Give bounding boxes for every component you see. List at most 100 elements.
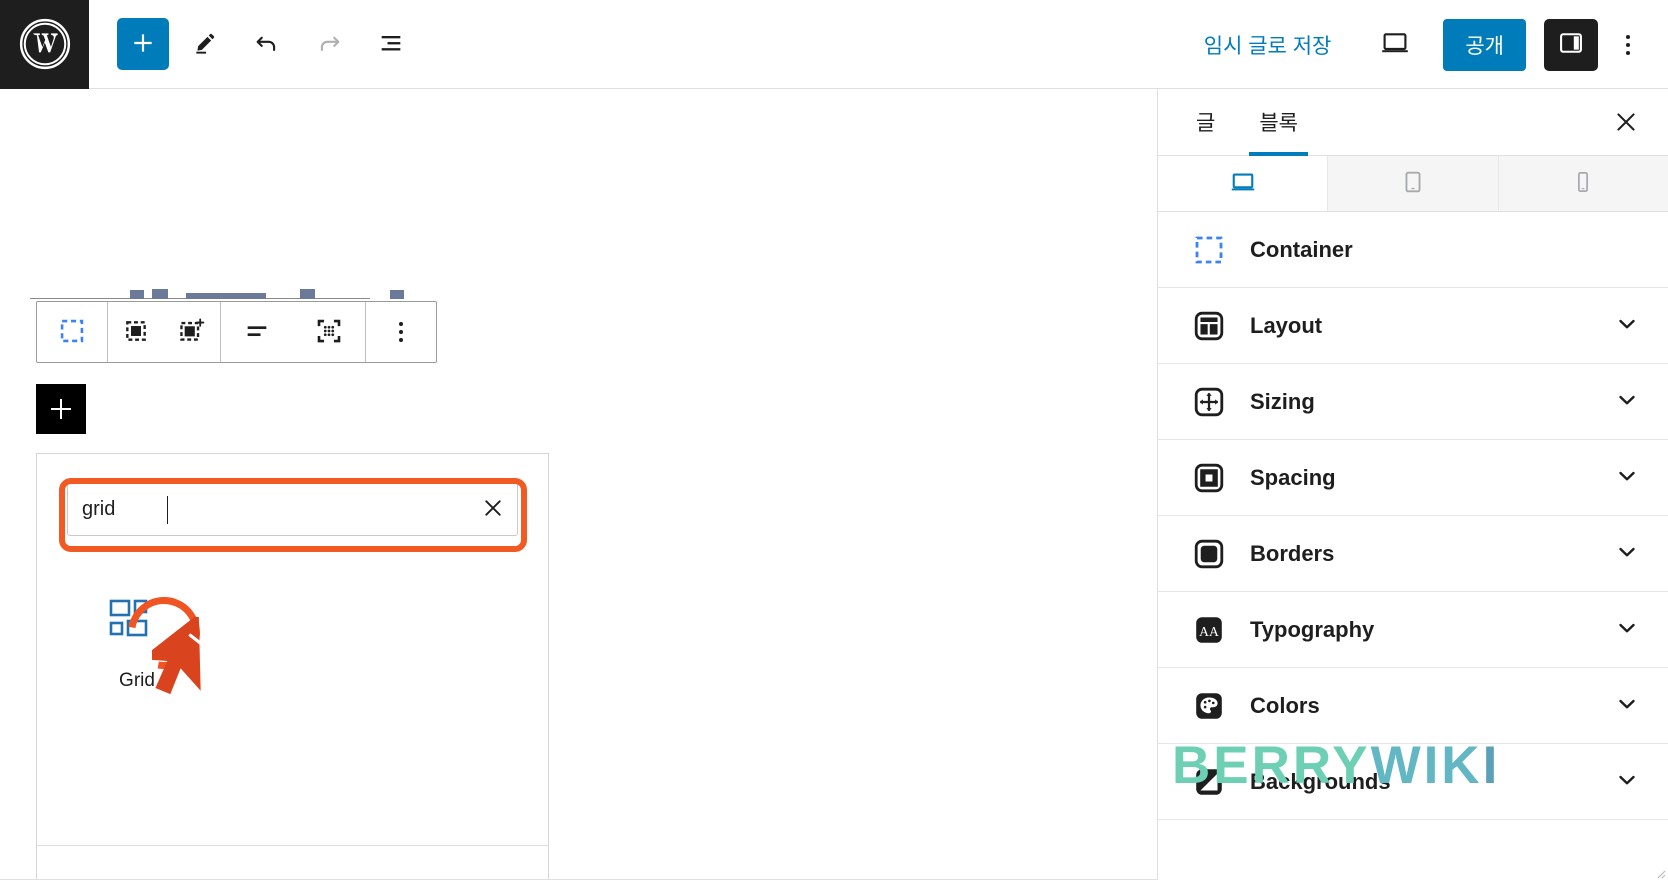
wordpress-logo-button[interactable]: [0, 0, 89, 89]
chevron-down-icon: [1614, 691, 1640, 720]
device-preview-tabs: [1158, 156, 1668, 212]
grid-block-label: Grid: [119, 670, 155, 691]
sidebar-panel-label: Borders: [1250, 540, 1335, 566]
clear-search-button[interactable]: [469, 485, 517, 533]
close-sidebar-button[interactable]: [1606, 103, 1646, 143]
block-inserter-panel: Grid ▪▪ ▪▪: [36, 453, 549, 880]
sidebar-panel-label: Colors: [1250, 692, 1320, 718]
spacing-icon: [1192, 461, 1226, 495]
editor-top-bar: 임시 글로 저장 공개: [0, 0, 1668, 89]
block-title-label: Container: [1250, 236, 1353, 262]
grid-block-result[interactable]: Grid: [67, 594, 207, 692]
sidebar-panel-spacing[interactable]: Spacing: [1158, 440, 1668, 516]
chevron-down-icon: [1614, 767, 1640, 796]
chevron-down-icon: [1614, 463, 1640, 492]
container-dashed-icon: [1192, 233, 1226, 267]
close-x-icon: [481, 496, 505, 523]
typography-aa-icon: AA: [1192, 613, 1226, 647]
sizing-arrows-icon: [1192, 385, 1226, 419]
save-draft-button[interactable]: 임시 글로 저장: [1188, 22, 1348, 68]
tab-post[interactable]: 글: [1174, 89, 1237, 156]
sidebar-panel-label: Typography: [1250, 616, 1375, 642]
three-dots-vertical-icon: [399, 322, 403, 342]
align-button[interactable]: [221, 302, 293, 362]
sidebar-panel-label: Layout: [1250, 312, 1323, 338]
block-options-button[interactable]: [366, 302, 436, 362]
top-bar-left-tools: [89, 18, 417, 70]
borders-icon: [1192, 537, 1226, 571]
sidebar-panel-label: Spacing: [1250, 464, 1336, 490]
top-bar-right-tools: 임시 글로 저장 공개: [1188, 0, 1668, 89]
chevron-down-icon: [1614, 311, 1640, 340]
chevron-down-icon: [1614, 615, 1640, 644]
editor-canvas: Grid ▪▪ ▪▪: [0, 89, 1157, 880]
undo-arrow-icon: [253, 29, 281, 60]
desktop-preview-icon: [1379, 27, 1411, 62]
tablet-icon: [1399, 168, 1427, 199]
wordpress-logo-icon: [18, 17, 72, 71]
sidebar-panel-backgrounds[interactable]: Backgrounds: [1158, 744, 1668, 820]
sidebar-panel-colors[interactable]: Colors: [1158, 668, 1668, 744]
chevron-down-icon: [1614, 539, 1640, 568]
preview-button[interactable]: [1367, 19, 1423, 71]
grid-blocks-icon: [107, 594, 167, 654]
container-dashed-icon: [58, 317, 86, 348]
three-dots-vertical-icon: [1626, 34, 1630, 55]
tab-block[interactable]: 블록: [1237, 89, 1320, 156]
search-input[interactable]: [68, 497, 469, 521]
block-inserter-toggle[interactable]: [36, 384, 86, 434]
add-block-button[interactable]: [117, 18, 169, 70]
mobile-icon: [1570, 169, 1596, 198]
sidebar-tabs: 글 블록: [1158, 89, 1668, 156]
list-view-icon: [377, 29, 405, 60]
canvas-ghost-marks: [30, 285, 404, 299]
device-tab-mobile[interactable]: [1498, 156, 1668, 211]
settings-sidebar: 글 블록 Container Layout Sizing Spacing Bor…: [1157, 89, 1668, 880]
text-caret: [167, 496, 168, 524]
pencil-icon: [192, 30, 218, 59]
inserter-search-wrap: [37, 454, 548, 536]
sidebar-panel-borders[interactable]: Borders: [1158, 516, 1668, 592]
color-palette-icon: [1192, 689, 1226, 723]
block-toolbar-group-type: [37, 302, 107, 362]
redo-button[interactable]: [303, 18, 355, 70]
sidebar-panel-icon: [1557, 29, 1585, 60]
sidebar-panel-sizing[interactable]: Sizing: [1158, 364, 1668, 440]
block-editor-app: 임시 글로 저장 공개 grid Grid 글 블록 Container Lay…: [0, 0, 1668, 880]
block-filled-dashed-icon: [123, 318, 149, 347]
settings-sidebar-toggle[interactable]: [1544, 18, 1598, 71]
dotted-grid-icon: [314, 316, 344, 349]
block-toolbar: [36, 301, 437, 363]
device-tab-tablet[interactable]: [1328, 156, 1499, 211]
block-add-dashed-icon: [178, 317, 206, 348]
sidebar-block-title: Container: [1158, 212, 1668, 288]
desktop-icon: [1228, 167, 1258, 200]
undo-button[interactable]: [241, 18, 293, 70]
layout-icon: [1192, 309, 1226, 343]
inserter-search-field[interactable]: [67, 482, 518, 536]
list-view-button[interactable]: [365, 18, 417, 70]
inserter-results-section: Grid: [37, 568, 548, 846]
sidebar-panel-typography[interactable]: AA Typography: [1158, 592, 1668, 668]
align-lines-icon: [243, 317, 271, 348]
sidebar-panel-layout[interactable]: Layout: [1158, 288, 1668, 364]
drag-handle-button[interactable]: [293, 302, 365, 362]
block-toolbar-group-layout: [220, 302, 365, 362]
add-inner-block-button[interactable]: [164, 302, 220, 362]
chevron-down-icon: [1614, 387, 1640, 416]
backgrounds-icon: [1192, 765, 1226, 799]
publish-button[interactable]: 공개: [1443, 18, 1526, 71]
sidebar-panel-label: Sizing: [1250, 388, 1315, 414]
close-x-icon: [1613, 109, 1639, 138]
device-tab-desktop[interactable]: [1158, 156, 1329, 211]
svg-text:AA: AA: [1199, 623, 1219, 638]
tools-edit-button[interactable]: [179, 18, 231, 70]
redo-arrow-icon: [315, 29, 343, 60]
block-toolbar-group-more: [365, 302, 436, 362]
select-parent-block-button[interactable]: [108, 302, 164, 362]
plus-icon: [130, 30, 156, 59]
more-options-button[interactable]: [1606, 19, 1650, 71]
block-type-button[interactable]: [37, 302, 107, 362]
resize-corner-icon[interactable]: [1654, 866, 1666, 879]
block-toolbar-group-nesting: [107, 302, 220, 362]
